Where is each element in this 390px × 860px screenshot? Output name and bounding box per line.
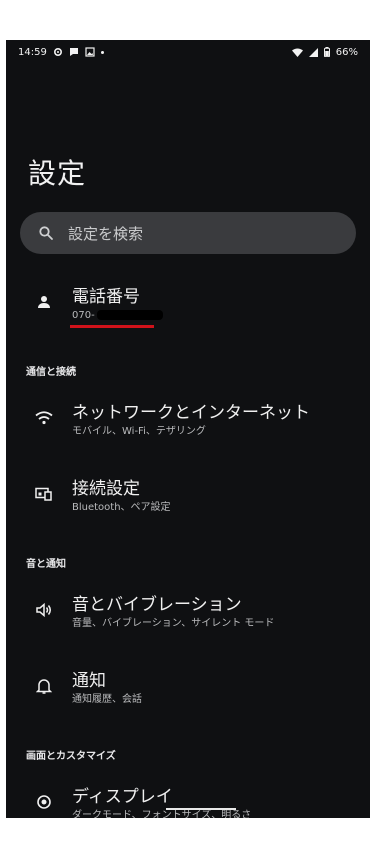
person-icon <box>34 292 54 312</box>
status-time: 14:59 <box>18 46 47 58</box>
notification-dot-icon <box>100 50 104 54</box>
display-gear-icon <box>34 792 54 812</box>
display-subtitle: ダークモード、フォントサイズ、明るさ <box>72 810 252 818</box>
white-underline-annotation <box>166 808 236 810</box>
connected-devices-title: 接続設定 <box>72 479 140 499</box>
section-header-sound-notifications: 音と通知 <box>26 559 66 570</box>
notifications-subtitle: 通知履歴、会話 <box>72 694 142 705</box>
section-header-connectivity: 通信と接続 <box>26 367 76 378</box>
redaction-mark <box>96 310 163 320</box>
chat-bubble-icon <box>69 47 79 57</box>
battery-icon <box>323 47 330 57</box>
notifications-title: 通知 <box>72 671 106 691</box>
network-internet-item[interactable]: ネットワークとインターネット モバイル、Wi-Fi、テザリング <box>6 402 370 439</box>
display-item[interactable]: ディスプレイ ダークモード、フォントサイズ、明るさ <box>6 786 370 818</box>
status-bar: 14:59 66% <box>6 40 370 64</box>
connected-devices-subtitle: Bluetooth、ペア設定 <box>72 502 171 513</box>
signal-icon <box>308 47 318 57</box>
image-icon <box>85 47 95 57</box>
settings-screen: 14:59 66% 設定 設定を検索 電話番号 070- 通信と接続 ネットワー… <box>6 40 370 818</box>
sound-vibration-item[interactable]: 音とバイブレーション 音量、バイブレーション、サイレント モード <box>6 594 370 631</box>
sound-vibration-title: 音とバイブレーション <box>72 595 242 615</box>
connected-devices-icon <box>34 484 54 504</box>
sound-vibration-subtitle: 音量、バイブレーション、サイレント モード <box>72 618 275 629</box>
display-title: ディスプレイ <box>72 787 173 807</box>
phone-number-title: 電話番号 <box>72 287 140 307</box>
search-icon <box>38 225 54 241</box>
wifi-icon <box>34 408 54 428</box>
phone-number-prefix: 070- <box>72 310 95 321</box>
page-title: 設定 <box>28 157 87 190</box>
phone-number-value: 070- <box>72 309 163 323</box>
wifi-status-icon <box>291 48 303 57</box>
red-underline-annotation <box>70 325 154 328</box>
search-bar[interactable]: 設定を検索 <box>20 212 356 254</box>
bell-icon <box>34 676 54 696</box>
connected-devices-item[interactable]: 接続設定 Bluetooth、ペア設定 <box>6 478 370 515</box>
phone-number-item[interactable]: 電話番号 070- <box>6 286 370 323</box>
network-internet-title: ネットワークとインターネット <box>72 403 310 423</box>
battery-percent: 66% <box>335 46 358 58</box>
settings-gear-icon <box>53 47 63 57</box>
notifications-item[interactable]: 通知 通知履歴、会話 <box>6 670 370 707</box>
volume-icon <box>34 600 54 620</box>
search-placeholder: 設定を検索 <box>68 224 144 243</box>
section-header-display-customize: 画面とカスタマイズ <box>26 751 116 762</box>
network-internet-subtitle: モバイル、Wi-Fi、テザリング <box>72 426 206 437</box>
